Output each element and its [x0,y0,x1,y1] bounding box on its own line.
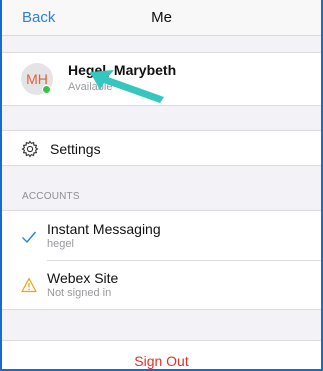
presence-indicator [42,85,51,94]
account-row-webex-site[interactable]: Webex Site Not signed in [2,261,321,309]
warning-icon [21,277,37,293]
app-frame: Back Me MH Hegel, Marybeth Available Set… [0,0,323,371]
settings-label: Settings [50,141,101,157]
page-title: Me [151,9,172,26]
sign-out-button[interactable]: Sign Out [2,353,321,369]
sign-out-cell: Sign Out [2,340,321,369]
accounts-section-header: ACCOUNTS [22,191,80,202]
settings-row[interactable]: Settings [2,130,321,166]
checkmark-icon [22,231,37,244]
account-title: Webex Site [47,270,119,286]
account-subtitle: hegel [47,238,74,250]
accounts-list: Instant Messaging hegel Webex Site Not s… [2,210,321,310]
gear-icon [21,140,39,158]
account-title: Instant Messaging [47,221,161,237]
section-spacer [2,37,321,52]
navigation-bar: Back Me [2,0,321,36]
account-subtitle: Not signed in [47,287,112,299]
annotation-arrow-icon [90,70,164,103]
account-row-instant-messaging[interactable]: Instant Messaging hegel [2,211,321,259]
